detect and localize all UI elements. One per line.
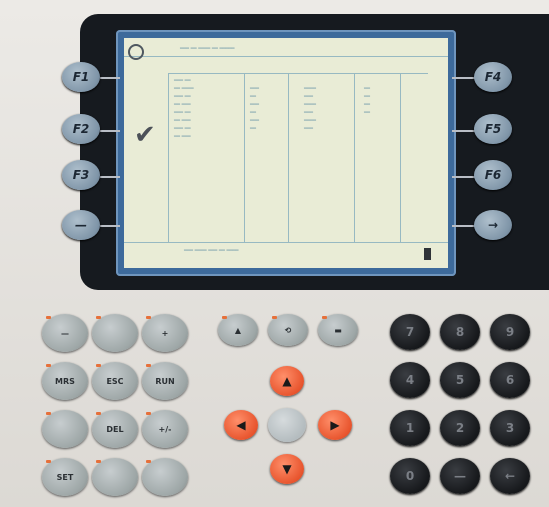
run-key[interactable]: RUN <box>142 362 188 400</box>
arrow-down-key[interactable]: ▼ <box>270 454 304 484</box>
num-6-key[interactable]: 6 <box>490 362 530 398</box>
check-mark-icon: ✔ <box>134 120 156 150</box>
blank-key[interactable] <box>42 410 88 448</box>
menu-key[interactable]: ▬ <box>318 314 358 346</box>
num-4-key[interactable]: 4 <box>390 362 430 398</box>
right-function-key[interactable]: → <box>474 210 512 240</box>
center-key[interactable] <box>268 408 306 442</box>
f4-key[interactable]: F4 <box>474 62 512 92</box>
del-key[interactable]: DEL <box>92 410 138 448</box>
minus-key[interactable]: — <box>42 314 88 352</box>
blank-key[interactable] <box>92 314 138 352</box>
f1-key[interactable]: F1 <box>62 62 100 92</box>
gauge-icon <box>128 44 144 60</box>
num-2-key[interactable]: 2 <box>440 410 480 446</box>
status-icon <box>424 248 431 260</box>
mrs-key[interactable]: MRS <box>42 362 88 400</box>
arrow-left-key[interactable]: ◀ <box>224 410 258 440</box>
arrow-right-key[interactable]: ▶ <box>318 410 352 440</box>
esc-key[interactable]: ESC <box>92 362 138 400</box>
left-function-key[interactable]: — <box>62 210 100 240</box>
f2-key[interactable]: F2 <box>62 114 100 144</box>
num-5-key[interactable]: 5 <box>440 362 480 398</box>
plus-minus-key[interactable]: +/- <box>142 410 188 448</box>
num-0-key[interactable]: 0 <box>390 458 430 494</box>
refresh-key[interactable]: ⟲ <box>268 314 308 346</box>
up-function-key[interactable]: ▲ <box>218 314 258 346</box>
f6-key[interactable]: F6 <box>474 160 512 190</box>
lcd-screen[interactable]: ═══ ══ ══ ════ ═══ ══ ══ ═══ ═══ ══ ══ ═… <box>124 38 448 268</box>
set-key[interactable]: SET <box>42 458 88 496</box>
arrow-up-key[interactable]: ▲ <box>270 366 304 396</box>
plus-key[interactable]: + <box>142 314 188 352</box>
num-7-key[interactable]: 7 <box>390 314 430 350</box>
num-1-key[interactable]: 1 <box>390 410 430 446</box>
f5-key[interactable]: F5 <box>474 114 512 144</box>
num-8-key[interactable]: 8 <box>440 314 480 350</box>
blank-key[interactable] <box>92 458 138 496</box>
num-9-key[interactable]: 9 <box>490 314 530 350</box>
num-3-key[interactable]: 3 <box>490 410 530 446</box>
dash-key[interactable]: — <box>440 458 480 494</box>
f3-key[interactable]: F3 <box>62 160 100 190</box>
backspace-key[interactable]: ← <box>490 458 530 494</box>
blank-key[interactable] <box>142 458 188 496</box>
operator-panel: ═══ ══ ══ ════ ═══ ══ ══ ═══ ═══ ══ ══ ═… <box>0 0 549 507</box>
